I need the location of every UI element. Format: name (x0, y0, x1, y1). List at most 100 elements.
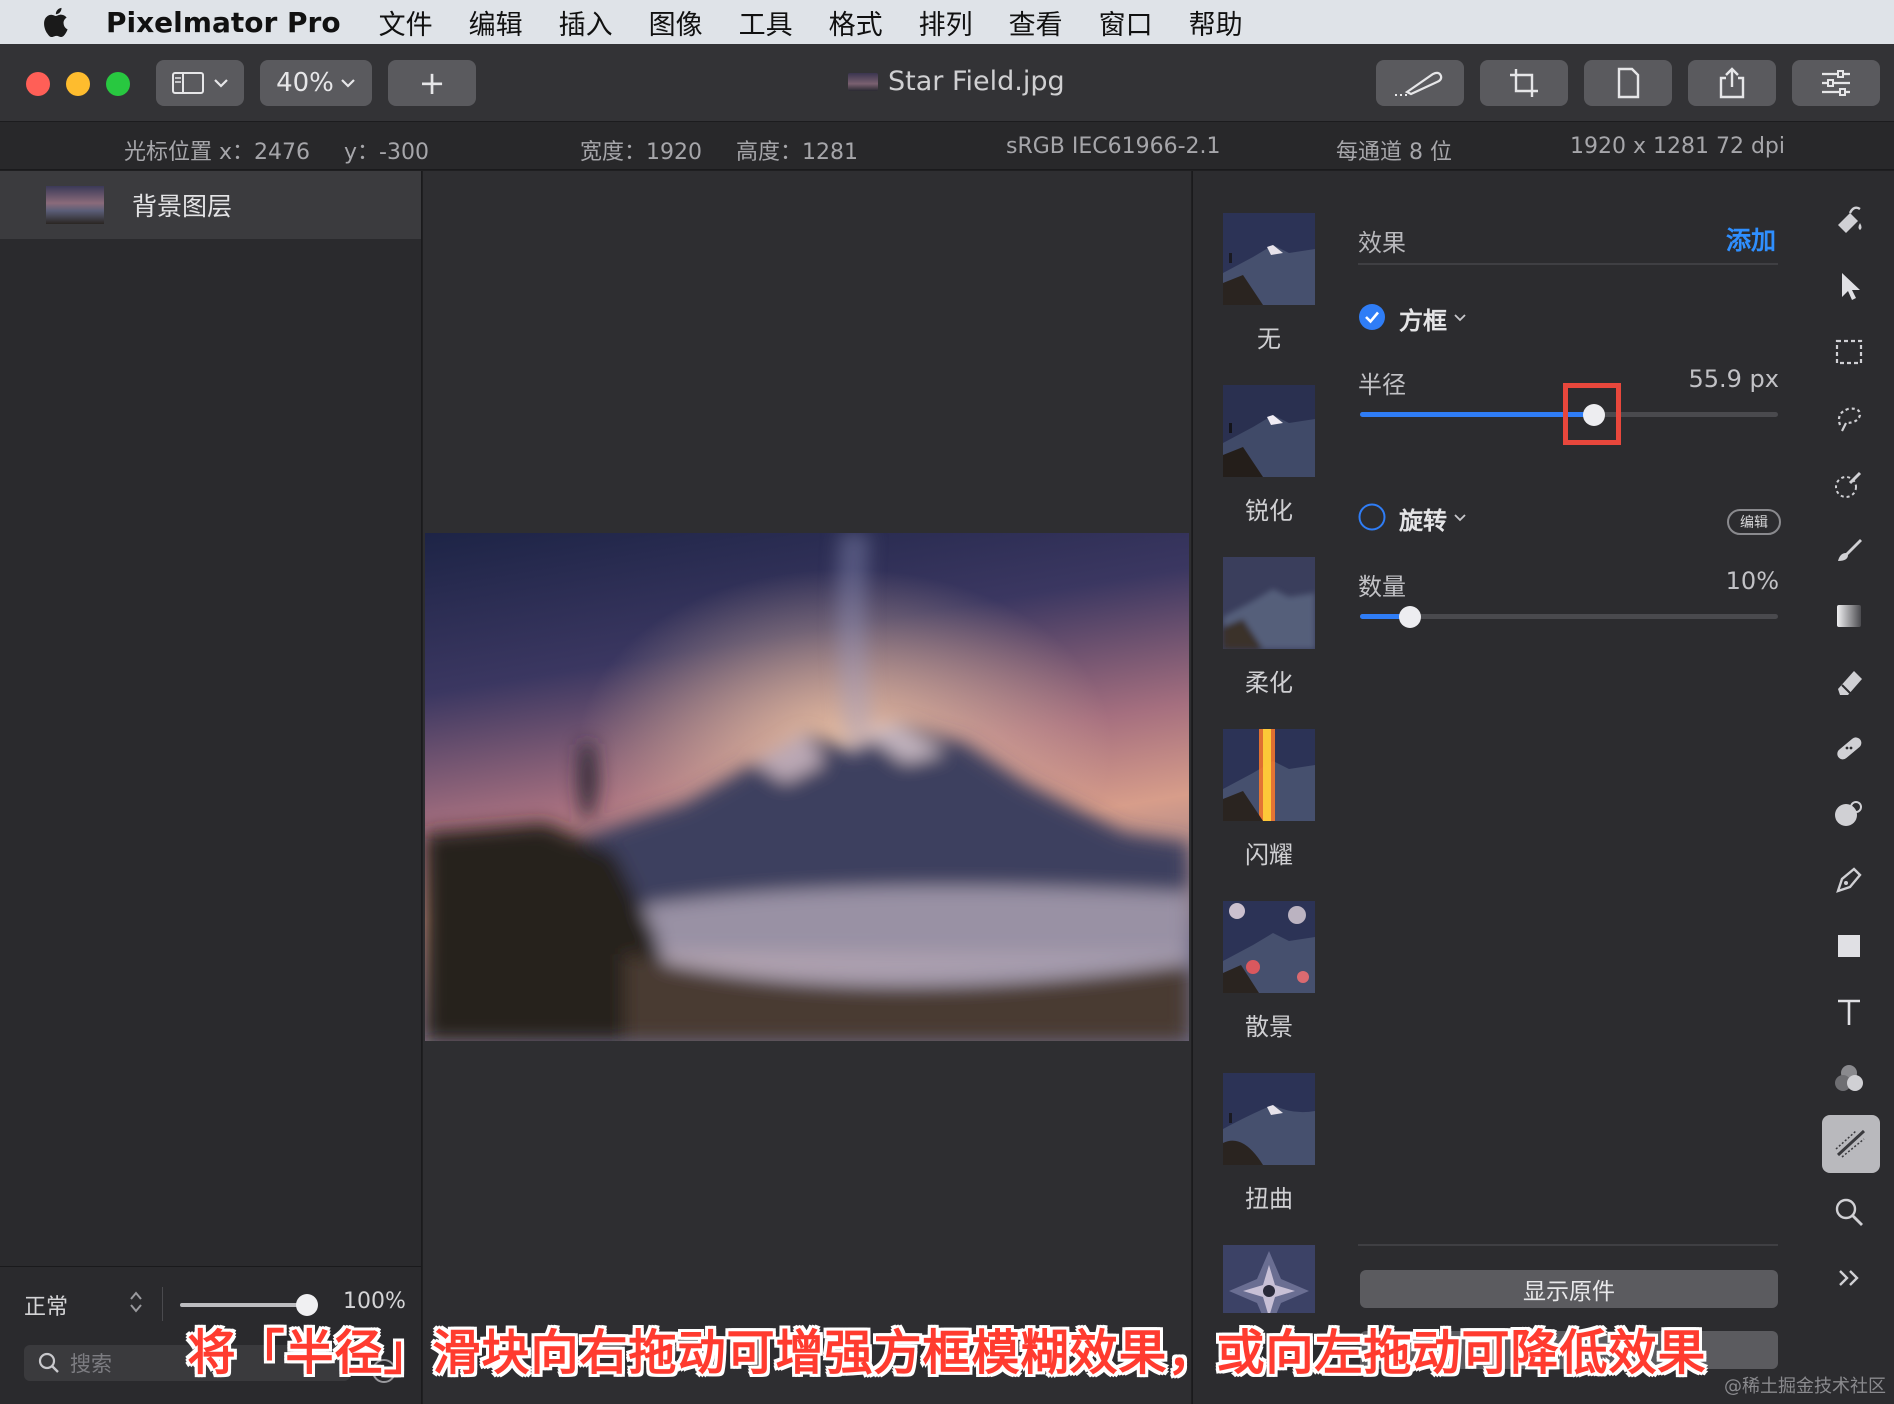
menu-insert[interactable]: 插入 (559, 3, 613, 42)
canvas-size-button[interactable] (1584, 60, 1672, 106)
paint-bucket-tool[interactable] (1824, 195, 1874, 245)
effect-enabled-checkbox[interactable] (1358, 503, 1386, 531)
info-bar: 光标位置 x：2476 y：-300 宽度：1920 高度：1281 sRGB … (0, 122, 1894, 170)
arrange-tool[interactable] (1824, 261, 1874, 311)
layer-row[interactable]: 背景图层 (0, 171, 421, 239)
fullscreen-window-button[interactable] (106, 72, 130, 96)
footer-divider (1358, 1244, 1778, 1246)
tutorial-caption: 将「半径」滑块向右拖动可增强方框模糊效果，或向左拖动可降低效果 (187, 1325, 1707, 1381)
edit-badge-button[interactable]: 编辑 (1727, 509, 1781, 535)
layer-name: 背景图层 (132, 192, 233, 221)
clone-tool[interactable] (1824, 789, 1874, 839)
preset-label: 扭曲 (1245, 1185, 1293, 1213)
sliders-icon (1822, 70, 1850, 96)
preset-sharpen[interactable]: 锐化 (1223, 385, 1315, 526)
document-title: Star Field.jpg (848, 66, 1065, 97)
menu-view[interactable]: 查看 (1009, 3, 1063, 42)
add-button[interactable]: + (388, 60, 476, 106)
menu-format[interactable]: 格式 (829, 3, 883, 42)
eraser-icon (1838, 671, 1862, 695)
menu-file[interactable]: 文件 (379, 3, 433, 42)
gradient-tool[interactable] (1824, 591, 1874, 641)
more-tools-button[interactable] (1824, 1253, 1874, 1303)
close-window-button[interactable] (26, 72, 50, 96)
color-adjust-tool[interactable] (1824, 1053, 1874, 1103)
preset-kaleidoscope[interactable] (1223, 1245, 1315, 1313)
repair-tool[interactable] (1824, 723, 1874, 773)
menu-image[interactable]: 图像 (649, 3, 703, 42)
preset-thumbnail (1223, 557, 1315, 649)
menu-edit[interactable]: 编辑 (469, 3, 523, 42)
preset-distort[interactable]: 扭曲 (1223, 1073, 1315, 1214)
erase-tool[interactable] (1824, 657, 1874, 707)
document-icon (1617, 67, 1640, 99)
zoom-tool[interactable] (1824, 1187, 1874, 1237)
menu-tools[interactable]: 工具 (739, 3, 793, 42)
lasso-tool[interactable] (1824, 393, 1874, 443)
zoom-menu-button[interactable]: 40% (260, 60, 372, 106)
pen-tool[interactable] (1824, 855, 1874, 905)
arrow-select-icon (1842, 273, 1860, 300)
radius-slider-fill (1360, 412, 1595, 417)
double-chevron-right-icon (1839, 1270, 1859, 1286)
amount-value[interactable]: 10% (1653, 567, 1779, 595)
document-thumbnail (848, 72, 878, 91)
up-down-arrows-icon[interactable] (128, 1289, 144, 1315)
share-button[interactable] (1688, 60, 1776, 106)
zoom-level: 40% (276, 68, 334, 98)
menu-arrange[interactable]: 排列 (919, 3, 973, 42)
pen-icon (1836, 867, 1862, 893)
tools-sidebar (1804, 171, 1894, 1404)
crop-button[interactable] (1480, 60, 1568, 106)
menu-window[interactable]: 窗口 (1099, 3, 1153, 42)
minimize-window-button[interactable] (66, 72, 90, 96)
sidebar-toggle-button[interactable] (156, 60, 244, 106)
preset-glow[interactable]: 闪耀 (1223, 729, 1315, 870)
apple-logo-icon[interactable] (42, 7, 68, 37)
effect-enabled-checkbox[interactable] (1358, 303, 1386, 331)
preset-thumbnail (1223, 1245, 1315, 1313)
preset-label: 闪耀 (1245, 841, 1293, 869)
menu-bar: Pixelmator Pro 文件 编辑 插入 图像 工具 格式 排列 查看 窗… (0, 0, 1894, 44)
color-picker-icon (1835, 471, 1862, 498)
amount-slider-track[interactable] (1360, 614, 1778, 619)
image-dimensions: 1920 x 1281 72 dpi (1570, 134, 1786, 159)
chevron-down-icon[interactable] (1453, 313, 1467, 323)
preset-thumbnail (1223, 901, 1315, 993)
color-select-tool[interactable] (1824, 459, 1874, 509)
share-icon (1719, 67, 1745, 99)
preset-none[interactable]: 无 (1223, 213, 1315, 354)
repair-tool-button[interactable] (1376, 60, 1464, 106)
brush-stroke-icon (1395, 71, 1443, 96)
brush-icon (1838, 539, 1862, 561)
shape-tool[interactable] (1824, 921, 1874, 971)
window-toolbar: 40% + Star Field.jpg (0, 44, 1894, 122)
radius-value[interactable]: 55.9 px (1653, 365, 1779, 393)
app-menu[interactable]: Pixelmator Pro (106, 6, 341, 39)
opacity-slider-track[interactable] (180, 1303, 310, 1307)
type-tool[interactable] (1824, 987, 1874, 1037)
amount-slider-knob[interactable] (1399, 606, 1422, 628)
preset-bokeh[interactable]: 散景 (1223, 901, 1315, 1042)
square-shape-icon (1838, 935, 1860, 957)
tools-sidebar-button[interactable] (1792, 60, 1880, 106)
canvas-image[interactable] (425, 533, 1189, 1041)
add-effect-button[interactable]: 添加 (1726, 221, 1776, 257)
effect-name[interactable]: 方框 (1399, 301, 1447, 336)
show-original-button[interactable]: 显示原件 (1360, 1270, 1778, 1308)
plus-icon: + (418, 64, 446, 102)
rect-select-tool[interactable] (1824, 327, 1874, 377)
cursor-x: 光标位置 x：2476 (124, 140, 311, 165)
preset-label: 柔化 (1245, 669, 1293, 697)
cursor-y: y：-300 (344, 140, 429, 165)
menu-help[interactable]: 帮助 (1189, 3, 1243, 42)
effects-panel: 无 锐化 柔化 闪耀 散景 扭曲 效果 添加 方框 半径 55.9 px 旋转 … (1192, 171, 1894, 1404)
image-height: 高度：1281 (736, 140, 858, 165)
paint-tool[interactable] (1824, 525, 1874, 575)
effects-tool[interactable] (1822, 1115, 1880, 1173)
canvas-area[interactable] (423, 171, 1191, 1404)
effect-name[interactable]: 旋转 (1399, 501, 1447, 536)
chevron-down-icon[interactable] (1453, 513, 1467, 523)
preset-soften[interactable]: 柔化 (1223, 557, 1315, 698)
image-width: 宽度：1920 (580, 140, 702, 165)
